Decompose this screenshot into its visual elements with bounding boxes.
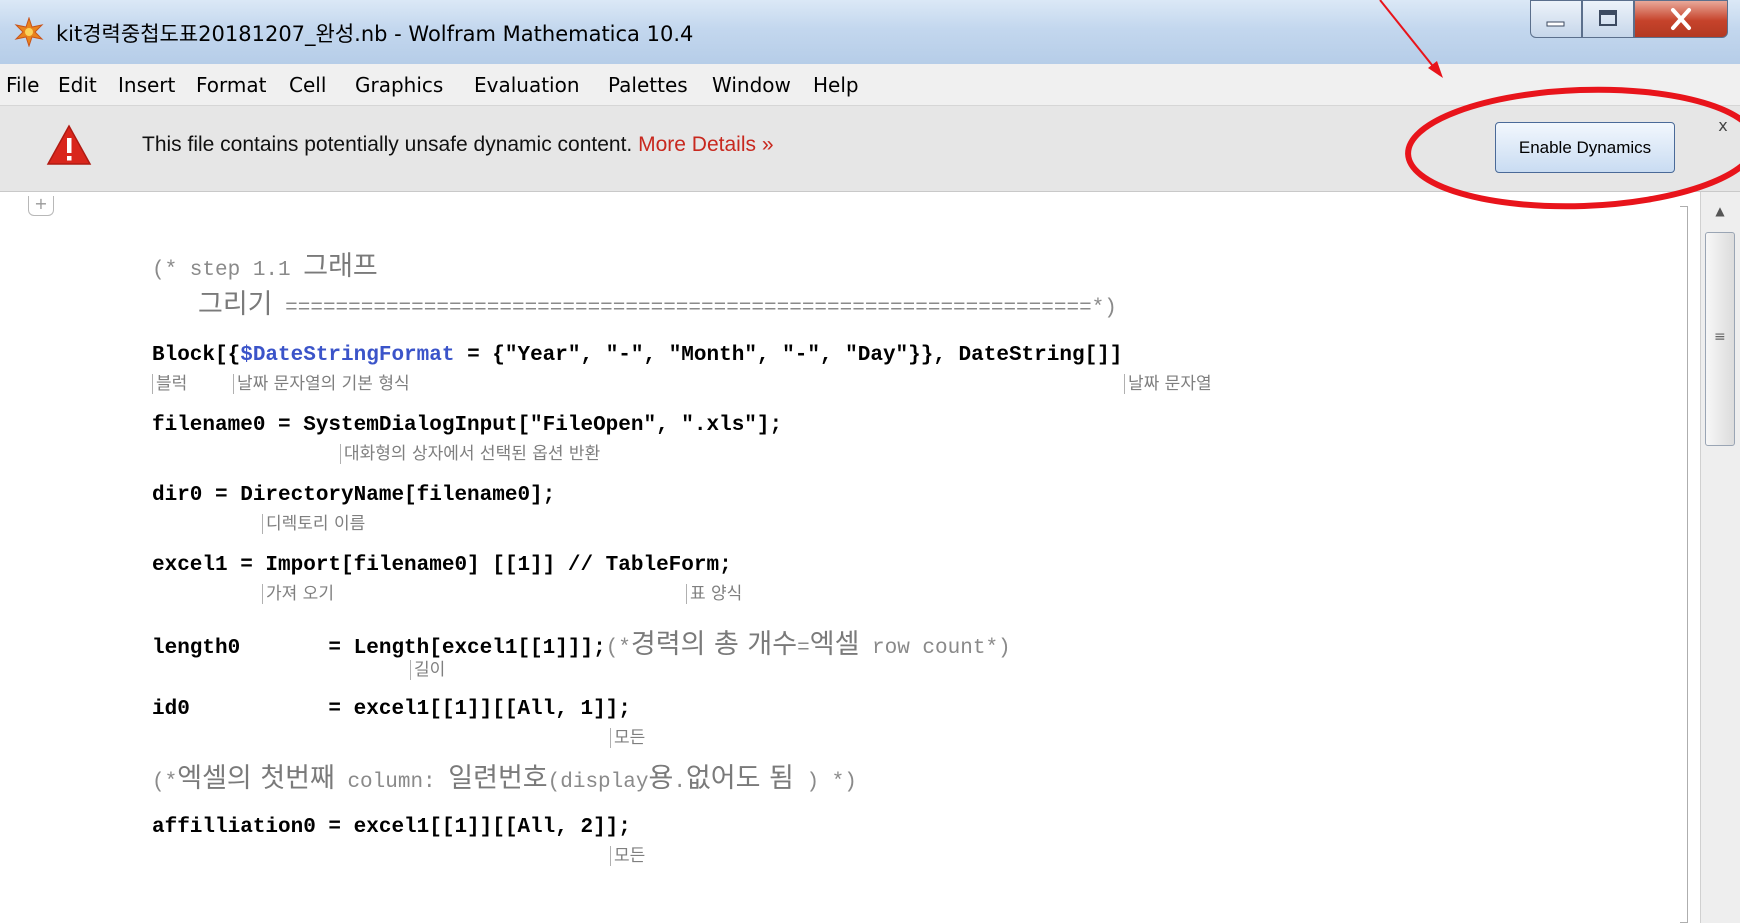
cell-bracket[interactable] (1680, 206, 1688, 923)
maximize-icon (1599, 10, 1617, 26)
comment-text: 그리기 (198, 289, 273, 320)
comment-text: ) *) (793, 771, 857, 794)
menu-insert[interactable]: Insert (118, 73, 175, 97)
code-hint: 대화형의 상자에서 선택된 옵션 반환 (340, 444, 600, 464)
title-bar: kit경력중첩도표20181207_완성.nb - Wolfram Mathem… (0, 0, 1740, 64)
enable-dynamics-button[interactable]: Enable Dynamics (1495, 122, 1675, 173)
code-line-comment-2: 그리기 ====================================… (198, 282, 1117, 321)
maximize-button[interactable] (1582, 0, 1634, 38)
menu-graphics[interactable]: Graphics (355, 73, 443, 97)
close-button[interactable] (1634, 0, 1728, 38)
menu-window[interactable]: Window (712, 73, 791, 97)
code-variable: $DateStringFormat (240, 344, 455, 367)
menu-format[interactable]: Format (196, 73, 266, 97)
notebook-area[interactable]: + (* step 1.1 그래프 그리기 ==================… (0, 192, 1700, 923)
menu-file[interactable]: File (6, 73, 39, 97)
code-token: = {"Year", "-", "Month", "-", "Day"}}, D… (454, 344, 1123, 367)
code-token: Block[{ (152, 344, 241, 367)
code-token: id0 = excel1[[1]][[All, 1]]; (152, 698, 631, 721)
code-line-affiliation: affilliation0 = excel1[[1]][[All, 2]]; (152, 816, 631, 839)
code-token: excel1 = Import[filename0] [[1]] // Tabl… (152, 554, 732, 577)
menu-edit[interactable]: Edit (58, 73, 97, 97)
comment-text: . (673, 771, 686, 794)
code-line-excel: excel1 = Import[filename0] [[1]] // Tabl… (152, 554, 732, 577)
code-token: filename0 = SystemDialogInput["FileOpen"… (152, 414, 783, 437)
code-line-length: length0 = Length[excel1[[1]]];(*경력의 총 개수… (152, 622, 1011, 661)
warning-text: This file contains potentially unsafe dy… (142, 133, 633, 156)
code-line-filename: filename0 = SystemDialogInput["FileOpen"… (152, 414, 782, 437)
code-token: length0 = Length[excel1[[1]]]; (152, 637, 606, 660)
banner-close-button[interactable]: x (1712, 116, 1734, 138)
cell-insertion-point[interactable]: + (28, 196, 54, 216)
code-token: dir0 = DirectoryName[filename0]; (152, 484, 556, 507)
minimize-button[interactable] (1530, 0, 1582, 38)
comment-text: (* (605, 637, 631, 660)
code-hint: 가져 오기 (262, 584, 334, 604)
code-hint: 날짜 문자열의 기본 형식 (233, 374, 410, 394)
comment-text: (* (152, 771, 178, 794)
code-hint: 모든 (610, 846, 645, 866)
menu-bar: File Edit Insert Format Cell Graphics Ev… (0, 64, 1740, 106)
scroll-grip-icon: ≡ (1714, 329, 1726, 345)
menu-help[interactable]: Help (813, 73, 859, 97)
mathematica-star-icon (14, 17, 44, 47)
comment-text: 없어도 됨 (685, 763, 794, 794)
close-icon (1671, 8, 1691, 30)
comment-text: 그래프 (303, 251, 378, 282)
menu-palettes[interactable]: Palettes (608, 73, 688, 97)
dynamic-content-warning-banner: This file contains potentially unsafe dy… (0, 106, 1740, 192)
code-line-block: Block[{$DateStringFormat = {"Year", "-",… (152, 344, 1122, 367)
comment-text: 일련번호 (448, 763, 548, 794)
code-hint: 길이 (410, 660, 445, 680)
code-hint: 날짜 문자열 (1124, 374, 1212, 394)
comment-text: column: (334, 771, 449, 794)
comment-text: 엑셀 (809, 629, 860, 660)
menu-evaluation[interactable]: Evaluation (474, 73, 580, 97)
comment-text: (display (547, 771, 649, 794)
code-token: affilliation0 = excel1[[1]][[All, 2]]; (152, 816, 631, 839)
minimize-icon (1546, 21, 1565, 27)
scroll-up-arrow-icon[interactable]: ▲ (1703, 198, 1737, 224)
code-line-comment-1: (* step 1.1 그래프 (152, 244, 378, 283)
code-hint: 표 양식 (686, 584, 742, 604)
warning-triangle-icon (46, 124, 92, 165)
window-title: kit경력중첩도표20181207_완성.nb - Wolfram Mathem… (56, 22, 694, 46)
comment-text: 엑셀의 첫번째 (177, 763, 335, 794)
comment-text: ========================================… (272, 297, 1117, 320)
menu-cell[interactable]: Cell (289, 73, 326, 97)
comment-text: row count*) (859, 637, 1011, 660)
code-line-id: id0 = excel1[[1]][[All, 1]]; (152, 698, 631, 721)
comment-text: (* step 1.1 (152, 259, 304, 282)
comment-text: = (797, 637, 810, 660)
code-hint: 블럭 (152, 374, 187, 394)
warning-message: This file contains potentially unsafe dy… (142, 133, 774, 157)
code-hint: 모든 (610, 728, 645, 748)
code-hint: 디렉토리 이름 (262, 514, 365, 534)
more-details-link[interactable]: More Details » (638, 133, 773, 156)
comment-text: 경력의 총 개수 (630, 629, 798, 660)
code-line-comment-3: (*엑셀의 첫번째 column: 일련번호(display용.없어도 됨 ) … (152, 756, 857, 795)
code-line-dir: dir0 = DirectoryName[filename0]; (152, 484, 555, 507)
comment-text: 용 (648, 763, 674, 794)
